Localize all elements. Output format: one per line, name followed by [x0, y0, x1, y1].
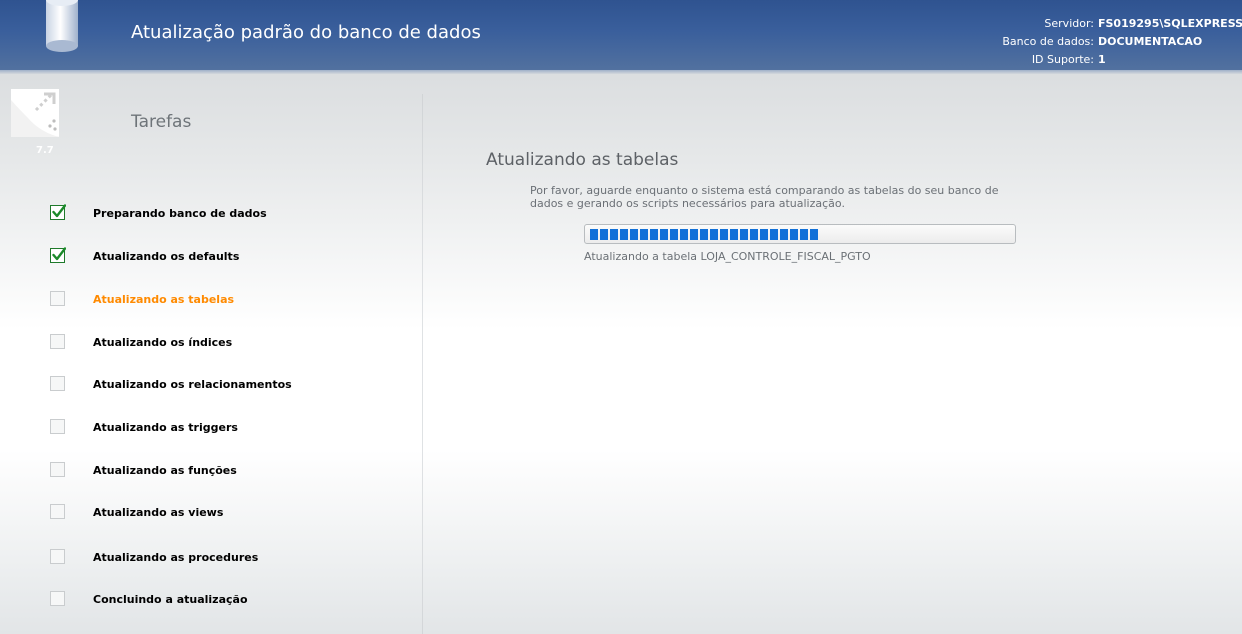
connection-info: Servidor: FS019295\SQLEXPRESS Banco de d… — [1002, 15, 1242, 69]
task-item: Atualizando os defaults — [50, 247, 410, 266]
checkbox-empty-icon — [50, 334, 65, 349]
header-divider — [0, 70, 1242, 74]
support-label: ID Suporte: — [1031, 53, 1094, 66]
checkbox-empty-icon — [50, 462, 65, 477]
server-row: Servidor: FS019295\SQLEXPRESS — [1002, 15, 1242, 33]
step-description: Por favor, aguarde enquanto o sistema es… — [530, 184, 999, 210]
server-label: Servidor: — [1044, 17, 1094, 30]
database-cylinder-icon — [46, 0, 78, 52]
task-label: Atualizando os índices — [93, 336, 233, 349]
app-logo-icon — [11, 89, 59, 137]
server-value: FS019295\SQLEXPRESS — [1098, 17, 1242, 30]
support-row: ID Suporte: 1 — [1002, 51, 1230, 69]
app-title: Atualização padrão do banco de dados — [131, 22, 481, 43]
task-label: Atualizando os relacionamentos — [93, 378, 292, 391]
task-item: Atualizando as procedures — [50, 549, 410, 567]
support-value: 1 — [1098, 53, 1106, 66]
database-value: DOCUMENTACAO — [1098, 35, 1203, 48]
checkbox-empty-icon — [50, 291, 65, 306]
task-label: Atualizando os defaults — [93, 250, 240, 263]
progress-bar — [584, 224, 1016, 244]
step-title: Atualizando as tabelas — [486, 150, 679, 170]
version-label: 7.7 — [36, 145, 54, 156]
tasks-title: Tarefas — [131, 112, 192, 132]
checkbox-empty-icon — [50, 504, 65, 519]
task-label: Atualizando as triggers — [93, 421, 238, 434]
checkbox-checked-icon — [50, 204, 66, 220]
panel-divider — [422, 94, 423, 634]
task-item: Atualizando as funções — [50, 462, 410, 480]
task-label: Concluindo a atualização — [93, 593, 248, 606]
progress-status: Atualizando a tabela LOJA_CONTROLE_FISCA… — [584, 250, 871, 263]
task-label: Atualizando as tabelas — [93, 293, 235, 306]
task-item: Concluindo a atualização — [50, 591, 410, 609]
progress-fill — [590, 229, 818, 240]
task-label: Preparando banco de dados — [93, 207, 267, 220]
checkbox-empty-icon — [50, 549, 65, 564]
checkbox-checked-icon — [50, 247, 66, 263]
task-item: Atualizando as views — [50, 504, 410, 522]
task-item: Atualizando as tabelas — [50, 291, 410, 309]
checkbox-empty-icon — [50, 591, 65, 606]
task-label: Atualizando as funções — [93, 464, 237, 477]
checkbox-empty-icon — [50, 419, 65, 434]
task-item: Atualizando os relacionamentos — [50, 376, 410, 394]
database-row: Banco de dados: DOCUMENTACAO — [1002, 33, 1230, 51]
task-label: Atualizando as views — [93, 506, 224, 519]
task-item: Atualizando os índices — [50, 334, 410, 352]
task-item: Preparando banco de dados — [50, 204, 410, 223]
task-item: Atualizando as triggers — [50, 419, 410, 437]
database-label: Banco de dados: — [1002, 35, 1094, 48]
task-label: Atualizando as procedures — [93, 551, 259, 564]
header-bar: Atualização padrão do banco de dados Ser… — [0, 0, 1242, 70]
checkbox-empty-icon — [50, 376, 65, 391]
